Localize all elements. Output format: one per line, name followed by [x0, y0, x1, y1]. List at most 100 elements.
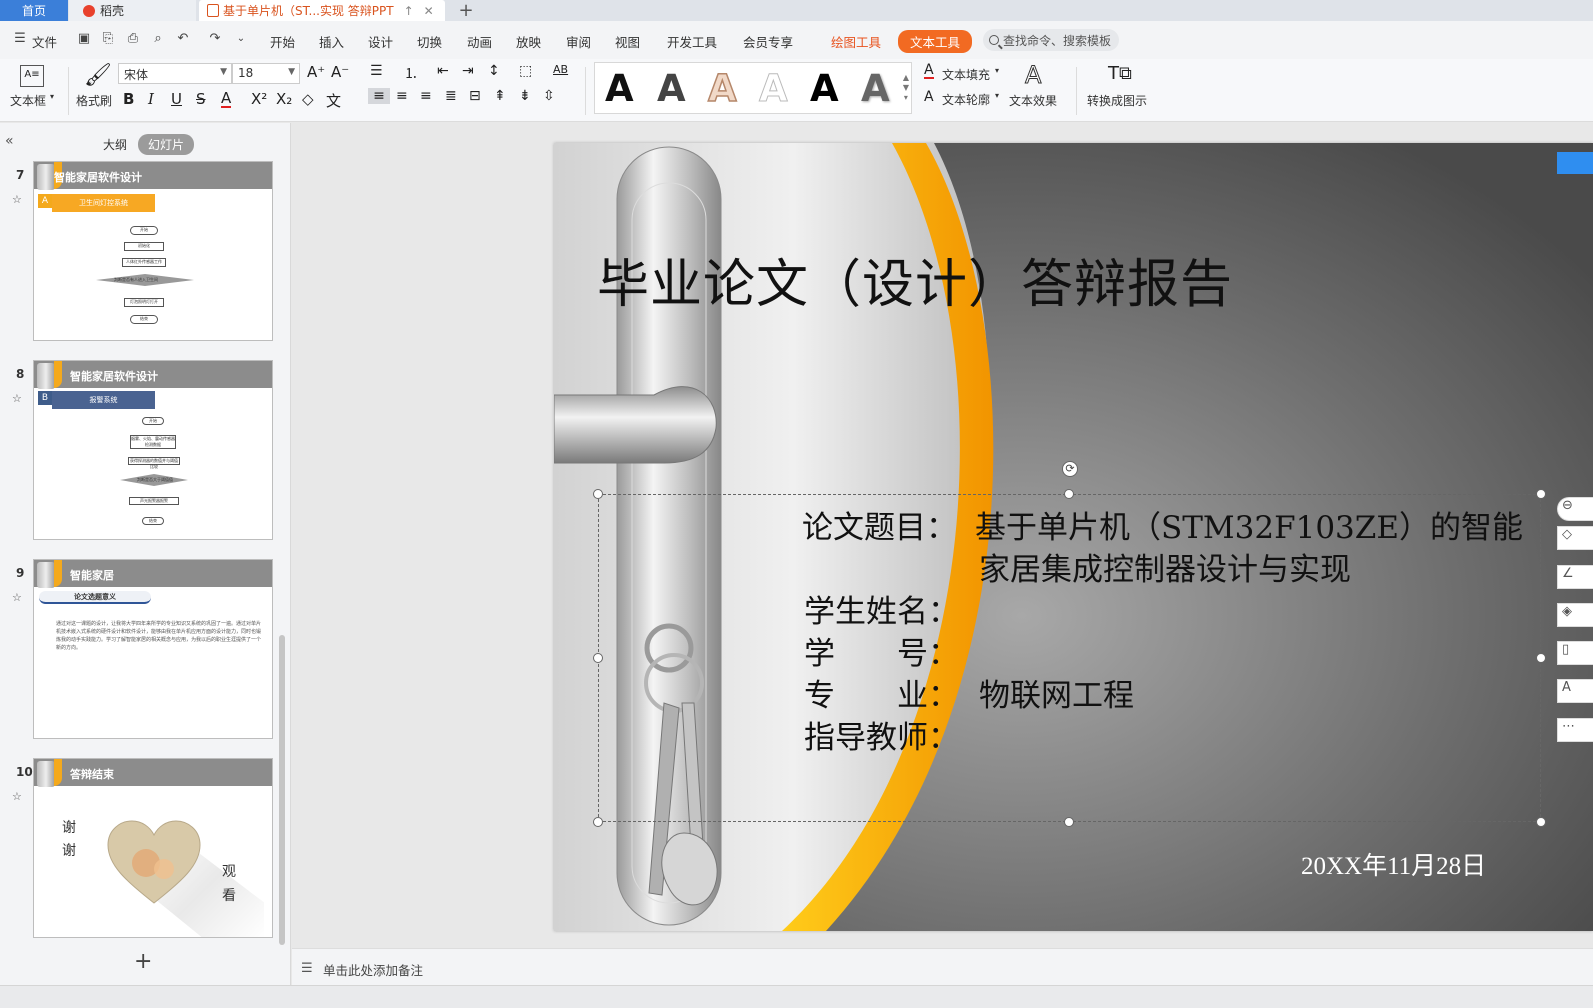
save-icon[interactable]: ▣: [77, 32, 91, 46]
text-outline-icon[interactable]: A: [924, 89, 934, 105]
chevron-down-icon[interactable]: ▾: [995, 66, 999, 75]
customize-quick-access-icon[interactable]: ⌄: [234, 32, 248, 46]
menu-design[interactable]: 设计: [368, 32, 393, 51]
menu-membership[interactable]: 会员专享: [743, 32, 793, 51]
font-size-select[interactable]: 18 ▼: [232, 63, 300, 84]
decrease-font-size-icon[interactable]: A⁻: [331, 63, 349, 81]
menu-transition[interactable]: 切换: [417, 32, 442, 51]
slide-thumbnail-8[interactable]: 智能家居软件设计 B 报警系统 开始 烟雾、火焰、震动传感器检测数据 获得探测器…: [33, 360, 273, 540]
align-center-icon[interactable]: ≡: [396, 88, 408, 104]
superscript-icon[interactable]: X²: [251, 90, 267, 108]
font-color-icon[interactable]: A: [221, 90, 232, 108]
undo-icon[interactable]: ↶: [176, 32, 190, 46]
text-effect-button[interactable]: 文本效果: [1009, 92, 1057, 109]
underline-icon[interactable]: U: [171, 90, 182, 108]
menu-insert[interactable]: 插入: [319, 32, 344, 51]
text-box-selection[interactable]: [598, 494, 1541, 822]
add-slide-button[interactable]: +: [134, 949, 152, 974]
slide-thumbnail-7[interactable]: 智能家居软件设计 A 卫生间灯控系统 开始 初始化 人体红外传感器工作 判断是否…: [33, 161, 273, 341]
new-tab-button[interactable]: +: [455, 0, 477, 21]
increase-indent-icon[interactable]: ⇥: [462, 63, 474, 79]
print-preview-icon[interactable]: ⌕: [151, 32, 165, 46]
textbox-button[interactable]: 文本框: [10, 92, 46, 109]
font-family-select[interactable]: 宋体 ▼: [118, 63, 232, 84]
collapse-floating-icon[interactable]: ⊖: [1557, 497, 1593, 521]
menu-draw-tools[interactable]: 绘图工具: [831, 32, 881, 51]
resize-handle-top-right[interactable]: [1536, 489, 1546, 499]
shape-style-icon[interactable]: ◇: [1557, 526, 1593, 550]
text-style-float-icon[interactable]: A: [1557, 679, 1593, 703]
increase-font-size-icon[interactable]: A⁺: [307, 63, 325, 81]
resize-handle-bottom-right[interactable]: [1536, 817, 1546, 827]
decrease-indent-icon[interactable]: ⇤: [437, 63, 449, 79]
align-right-icon[interactable]: ≡: [420, 88, 432, 104]
justify-icon[interactable]: ≣: [445, 88, 457, 104]
hamburger-icon[interactable]: ☰: [13, 32, 27, 46]
rotate-handle-icon[interactable]: ⟳: [1062, 461, 1078, 477]
text-style-bold-black[interactable]: A: [810, 67, 839, 110]
shape-outline-icon[interactable]: ∠: [1557, 565, 1593, 589]
format-painter-button[interactable]: 格式刷: [76, 92, 112, 109]
menu-developer[interactable]: 开发工具: [667, 32, 717, 51]
convert-smartart-icon[interactable]: T⧉: [1108, 63, 1132, 84]
strikethrough-icon[interactable]: S: [196, 90, 206, 108]
gallery-scroll-icon[interactable]: ▲ ▼ ▾: [903, 73, 909, 103]
redo-icon[interactable]: ↷: [208, 32, 222, 46]
collapse-panel-icon[interactable]: «: [5, 133, 14, 149]
resize-handle-top-left[interactable]: [593, 489, 603, 499]
text-style-outline-light[interactable]: A: [759, 67, 789, 111]
line-spacing-icon[interactable]: ↕: [488, 63, 500, 79]
tab-document[interactable]: 基于单片机（ST...实现 答辩PPT ↑ ✕: [199, 0, 445, 21]
slide-thumbnail-10[interactable]: 答辩结束 谢 谢 观 看: [33, 758, 273, 938]
text-fill-button[interactable]: 文本填充: [942, 66, 990, 83]
text-style-outline-brown[interactable]: A: [707, 66, 737, 111]
print-icon[interactable]: ⎙: [126, 32, 140, 46]
menu-file[interactable]: 文件: [32, 32, 57, 51]
copy-format-icon[interactable]: ▯: [1557, 641, 1593, 665]
textbox-dropdown-icon[interactable]: ▾: [50, 92, 54, 101]
text-style-dark-gray[interactable]: A: [657, 67, 686, 110]
resize-handle-top[interactable]: [1064, 489, 1074, 499]
menu-view[interactable]: 视图: [615, 32, 640, 51]
pin-up-icon[interactable]: ↑: [404, 4, 414, 18]
clear-format-icon[interactable]: ◇: [302, 90, 314, 108]
slide-thumbnail-9[interactable]: 智能家居 论文选题意义 通过对这一课题的设计，让我将大学四年来所学的专业知识又系…: [33, 559, 273, 739]
menu-animation[interactable]: 动画: [467, 32, 492, 51]
italic-icon[interactable]: I: [148, 90, 154, 108]
text-style-shadow-gray[interactable]: A: [861, 67, 890, 110]
shape-fill-icon[interactable]: ◈: [1557, 603, 1593, 627]
align-left-icon[interactable]: ≡: [368, 88, 390, 104]
menu-text-tools[interactable]: 文本工具: [898, 30, 973, 53]
tab-slides[interactable]: 幻灯片: [138, 134, 195, 155]
menu-slideshow[interactable]: 放映: [516, 32, 541, 51]
tab-home[interactable]: 首页: [0, 0, 68, 21]
resize-handle-bottom[interactable]: [1064, 817, 1074, 827]
textbox-icon[interactable]: A≡: [20, 65, 44, 87]
phonetic-guide-icon[interactable]: 文: [326, 90, 341, 111]
chevron-down-icon[interactable]: ▾: [995, 91, 999, 100]
bullet-list-icon[interactable]: ☰: [370, 63, 383, 79]
text-style-solid-black[interactable]: A: [605, 67, 634, 110]
bold-icon[interactable]: B: [123, 90, 134, 108]
convert-smartart-button[interactable]: 转换成图示: [1087, 92, 1147, 109]
para-spacing-after-icon[interactable]: ⇟: [519, 88, 531, 104]
panel-scrollbar[interactable]: [279, 635, 285, 945]
floating-toolbar-toggle-icon[interactable]: [1557, 152, 1593, 174]
menu-start[interactable]: 开始: [270, 32, 295, 51]
text-fill-icon[interactable]: A: [924, 63, 934, 79]
tab-outline[interactable]: 大纲: [103, 136, 127, 153]
close-tab-icon[interactable]: ✕: [424, 4, 434, 18]
tab-daoke[interactable]: 稻壳: [69, 0, 196, 21]
resize-handle-right[interactable]: [1536, 653, 1546, 663]
command-search-box[interactable]: 查找命令、搜索模板: [983, 29, 1119, 51]
resize-handle-left[interactable]: [593, 653, 603, 663]
resize-handle-bottom-left[interactable]: [593, 817, 603, 827]
text-outline-button[interactable]: 文本轮廓: [942, 91, 990, 108]
more-options-icon[interactable]: ⋯: [1557, 718, 1593, 742]
paragraph-spacing-icon[interactable]: ⇳: [543, 88, 555, 104]
subscript-icon[interactable]: X₂: [276, 90, 292, 108]
format-painter-icon[interactable]: 🖌: [84, 63, 112, 88]
notes-placeholder[interactable]: 单击此处添加备注: [323, 960, 423, 979]
distributed-align-icon[interactable]: ⊟: [469, 88, 481, 104]
text-effect-icon[interactable]: A: [1024, 61, 1041, 90]
